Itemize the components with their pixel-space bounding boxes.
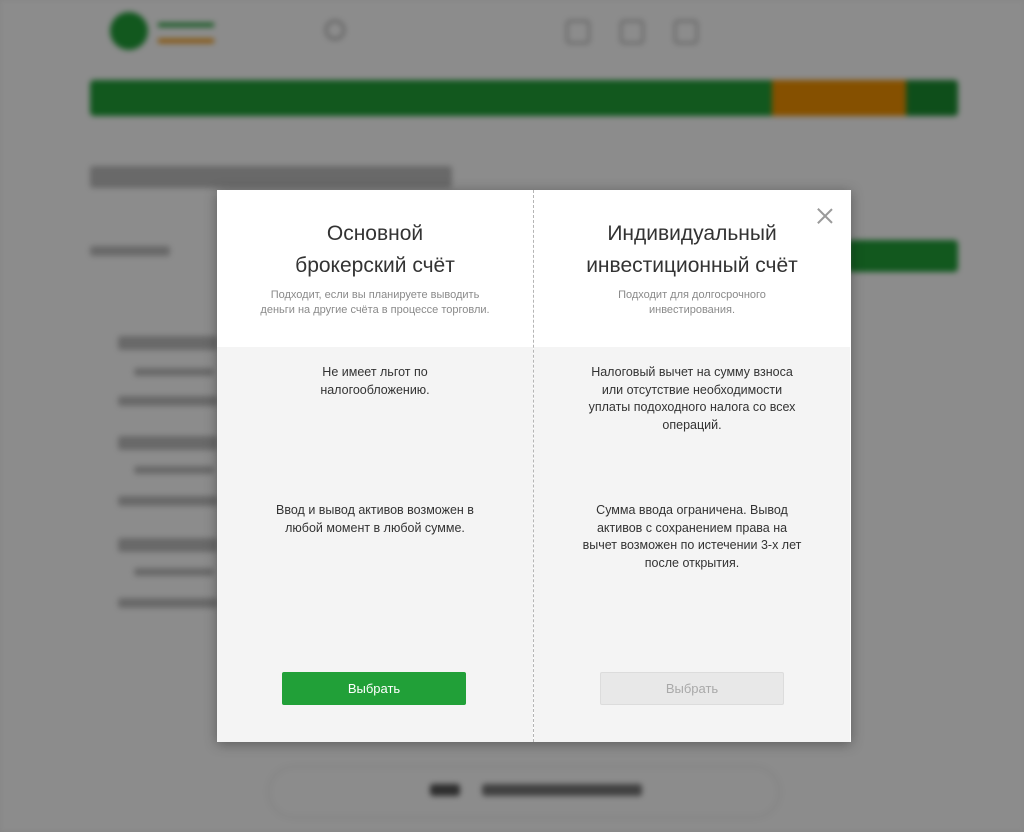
iis-assets-feature: Сумма ввода ограничена. Вывод активов с … — [582, 503, 802, 570]
iis-account-description: Подходит для долгосрочного инвестировани… — [618, 289, 766, 316]
brokerage-account-column: Основной брокерский счёт Подходит, если … — [217, 190, 533, 742]
brokerage-tax-feature: Не имеет льгот по налогообложению. — [320, 365, 430, 397]
brokerage-account-header: Основной брокерский счёт Подходит, если … — [217, 190, 533, 347]
brokerage-assets-feature: Ввод и вывод активов возможен в любой мо… — [276, 503, 474, 535]
iis-tax-feature: Налоговый вычет на сумму взноса или отсу… — [588, 365, 796, 432]
select-brokerage-button[interactable]: Выбрать — [282, 672, 466, 705]
brokerage-account-title: Основной брокерский счёт — [295, 222, 455, 277]
close-icon[interactable] — [815, 206, 835, 226]
account-type-modal: Основной брокерский счёт Подходит, если … — [217, 190, 851, 742]
brokerage-account-description: Подходит, если вы планируете выводить де… — [260, 289, 490, 316]
iis-account-title: Индивидуальный инвестиционный счёт — [586, 222, 798, 277]
iis-account-column: Индивидуальный инвестиционный счёт Подхо… — [534, 190, 850, 742]
iis-account-header: Индивидуальный инвестиционный счёт Подхо… — [534, 190, 850, 347]
select-iis-button[interactable]: Выбрать — [600, 672, 784, 705]
